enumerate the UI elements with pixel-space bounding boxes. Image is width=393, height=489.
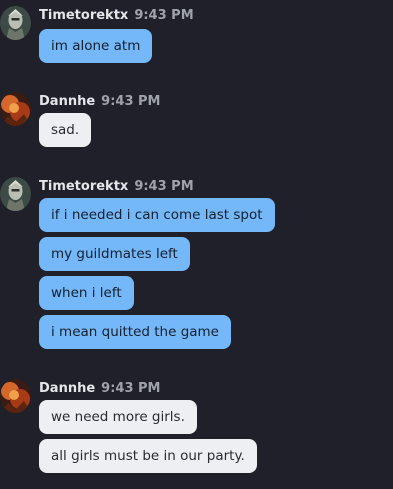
timestamp: 9:43 PM [101, 94, 161, 109]
chat-log: Timetorektx 9:43 PM im alone atm Dannhe 9:… [0, 0, 393, 489]
message-bubble[interactable]: when i left [39, 276, 134, 310]
username[interactable]: Timetorektx [39, 8, 128, 23]
message-bubble[interactable]: my guildmates left [39, 237, 190, 271]
message-bubble[interactable]: if i needed i can come last spot [39, 198, 275, 232]
fiery-warrior-avatar[interactable] [0, 92, 31, 126]
timestamp: 9:43 PM [134, 8, 194, 23]
username[interactable]: Dannhe [39, 94, 95, 109]
message-header: Dannhe 9:43 PM [39, 92, 160, 110]
message-bubble[interactable]: i mean quitted the game [39, 315, 231, 349]
message-header: Timetorektx 9:43 PM [39, 6, 194, 24]
username[interactable]: Dannhe [39, 381, 95, 396]
message-header: Timetorektx 9:43 PM [39, 177, 194, 195]
timestamp: 9:43 PM [134, 179, 194, 194]
message-bubble[interactable]: im alone atm [39, 29, 153, 63]
timestamp: 9:43 PM [101, 381, 161, 396]
armored-knight-avatar[interactable] [0, 6, 31, 40]
fiery-warrior-avatar[interactable] [0, 379, 31, 413]
message-bubble[interactable]: all girls must be in our party. [39, 439, 257, 473]
armored-knight-avatar[interactable] [0, 177, 31, 211]
message-bubble[interactable]: sad. [39, 113, 92, 147]
message-header: Dannhe 9:43 PM [39, 379, 160, 397]
username[interactable]: Timetorektx [39, 179, 128, 194]
message-bubble[interactable]: we need more girls. [39, 400, 197, 434]
